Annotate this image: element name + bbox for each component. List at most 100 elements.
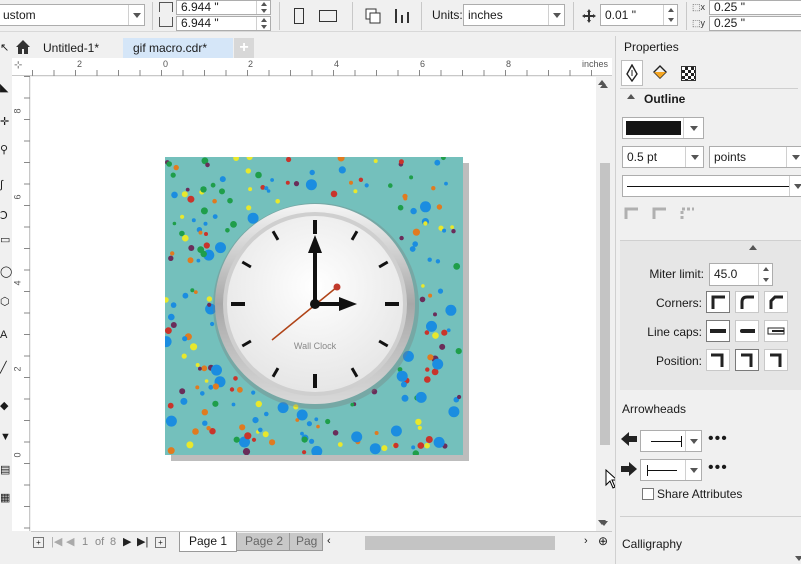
artistic-media-tool[interactable]: Ↄ [0, 209, 10, 229]
duplicate-x-field[interactable]: 0.25 " [709, 0, 801, 15]
position-inside-button[interactable] [764, 349, 788, 371]
scroll-thumb[interactable] [600, 163, 610, 445]
portrait-button[interactable] [290, 6, 308, 26]
position-outside-button[interactable] [706, 349, 730, 371]
transparency-tab[interactable] [677, 60, 699, 86]
docker-scroll-down[interactable] [795, 556, 801, 561]
width-spinner[interactable] [256, 1, 270, 14]
outline-tab[interactable] [621, 60, 643, 86]
all-pages-button[interactable] [362, 5, 384, 27]
page-tab-1[interactable]: Page 1 [179, 532, 238, 552]
rectangle-tool[interactable]: ▭ [0, 233, 10, 253]
confetti-dot [197, 246, 205, 253]
start-arrowhead-dropdown[interactable] [640, 430, 702, 452]
eyedropper-tool[interactable]: ▼ [0, 431, 11, 451]
outline-units-dropdown[interactable]: points [709, 146, 801, 168]
corner-miter-button[interactable] [706, 291, 730, 313]
new-tab-button[interactable]: + [234, 38, 254, 58]
units-dropdown[interactable]: inches [463, 4, 565, 26]
expand-arrow-icon[interactable] [749, 245, 757, 250]
confetti-dot [258, 427, 263, 433]
confetti-dot [435, 259, 441, 264]
cap-round-button[interactable] [735, 320, 759, 342]
cap-butt-button[interactable] [706, 320, 730, 342]
confetti-dot [188, 245, 195, 251]
height-spinner[interactable] [256, 17, 270, 30]
connector-tool[interactable]: ╱ [0, 361, 10, 381]
confetti-dot [330, 190, 338, 198]
corner-round-button[interactable] [735, 291, 759, 313]
tab-gif-macro[interactable]: gif macro.cdr* [123, 38, 233, 58]
current-page-number[interactable]: 1 [82, 536, 88, 548]
confetti-dot [300, 431, 304, 436]
collapse-outline-icon[interactable] [627, 94, 635, 99]
start-arrow-options-button[interactable]: ••• [708, 430, 728, 448]
add-page-after-button[interactable]: + [155, 537, 166, 548]
end-arrow-options-button[interactable]: ••• [708, 459, 728, 477]
share-attributes-checkbox[interactable] [642, 488, 654, 500]
smart-fill-tool[interactable]: ▦ [0, 491, 10, 511]
duplicate-y-field[interactable]: 0.25 " [709, 16, 801, 31]
ellipse-tool[interactable]: ◯ [0, 265, 12, 285]
page-height-field[interactable]: 6.944 " [176, 16, 271, 31]
vertical-scrollbar[interactable] [596, 77, 612, 531]
line-style-preview [627, 186, 791, 187]
text-tool[interactable]: A [0, 329, 10, 349]
first-page-button[interactable]: |◀ [51, 535, 62, 548]
corner-bevel-button[interactable] [764, 291, 788, 313]
page-tab-3[interactable]: Pag [289, 533, 323, 551]
nudge-field[interactable]: 0.01 " [600, 4, 678, 26]
properties-scroll-up[interactable] [598, 80, 606, 85]
page-scroll-left[interactable]: ‹ [327, 535, 331, 547]
clock-center [310, 299, 320, 309]
confetti-dot [332, 430, 339, 436]
confetti-dot [410, 207, 417, 215]
tab-untitled-1[interactable]: Untitled-1* [33, 38, 110, 58]
start-arrow-icon [621, 432, 637, 446]
page-preset-dropdown[interactable]: ustom [0, 4, 145, 26]
line-style-dropdown[interactable] [622, 175, 801, 197]
end-arrowhead-dropdown[interactable] [640, 459, 702, 481]
confetti-dot [203, 242, 210, 249]
confetti-dot [179, 388, 186, 395]
horizontal-scrollbar[interactable] [341, 536, 586, 550]
zoom-fit-icon[interactable]: ⊕ [598, 534, 608, 548]
confetti-dot [203, 221, 208, 226]
confetti-dot [439, 343, 446, 350]
shape-tool[interactable]: ◣ [0, 81, 10, 101]
outline-color-picker[interactable] [622, 117, 704, 139]
landscape-button[interactable] [316, 6, 340, 26]
polygon-tool[interactable]: ⬡ [0, 295, 10, 315]
interactive-fill-tool[interactable]: ▤ [0, 463, 10, 483]
home-button[interactable] [12, 36, 34, 58]
last-page-button[interactable]: ▶| [137, 535, 148, 548]
pick-tool[interactable]: ↖ [0, 41, 10, 61]
current-page-button[interactable] [391, 5, 413, 27]
next-page-button[interactable]: ▶ [123, 535, 131, 548]
page-width-field[interactable]: 6.944 " [176, 0, 271, 15]
nudge-spinner[interactable] [663, 5, 677, 25]
miter-limit-field[interactable]: 45.0 [709, 263, 773, 286]
confetti-dot [165, 415, 177, 427]
page-tab-2[interactable]: Page 2 [236, 533, 293, 551]
add-page-before-button[interactable]: + [33, 537, 44, 548]
bevel-corner-icon [769, 295, 783, 309]
prev-page-button[interactable]: ◀ [66, 535, 74, 548]
properties-scroll-down[interactable] [598, 520, 606, 525]
zoom-tool[interactable]: ⚲ [0, 143, 10, 163]
ruler-origin-icon[interactable]: ⊹ [14, 60, 22, 71]
fill-tool[interactable]: ◆ [0, 399, 10, 419]
outline-width-field[interactable]: 0.5 pt [622, 146, 704, 168]
horizontal-scroll-thumb[interactable] [365, 536, 555, 550]
curve-tool[interactable]: ∫ [0, 179, 10, 199]
wall-clock-artwork[interactable]: Wall Clock [165, 157, 463, 455]
position-center-button[interactable] [735, 349, 759, 371]
butt-cap-icon [710, 329, 726, 333]
crop-tool[interactable]: ✛ [0, 115, 10, 135]
checkerboard-icon [680, 65, 696, 81]
cap-square-button[interactable] [764, 320, 788, 342]
scroll-right-arrow[interactable]: › [584, 535, 588, 547]
miter-limit-spinner[interactable] [758, 264, 772, 285]
fill-tab[interactable] [649, 60, 671, 86]
confetti-dot [373, 159, 378, 163]
